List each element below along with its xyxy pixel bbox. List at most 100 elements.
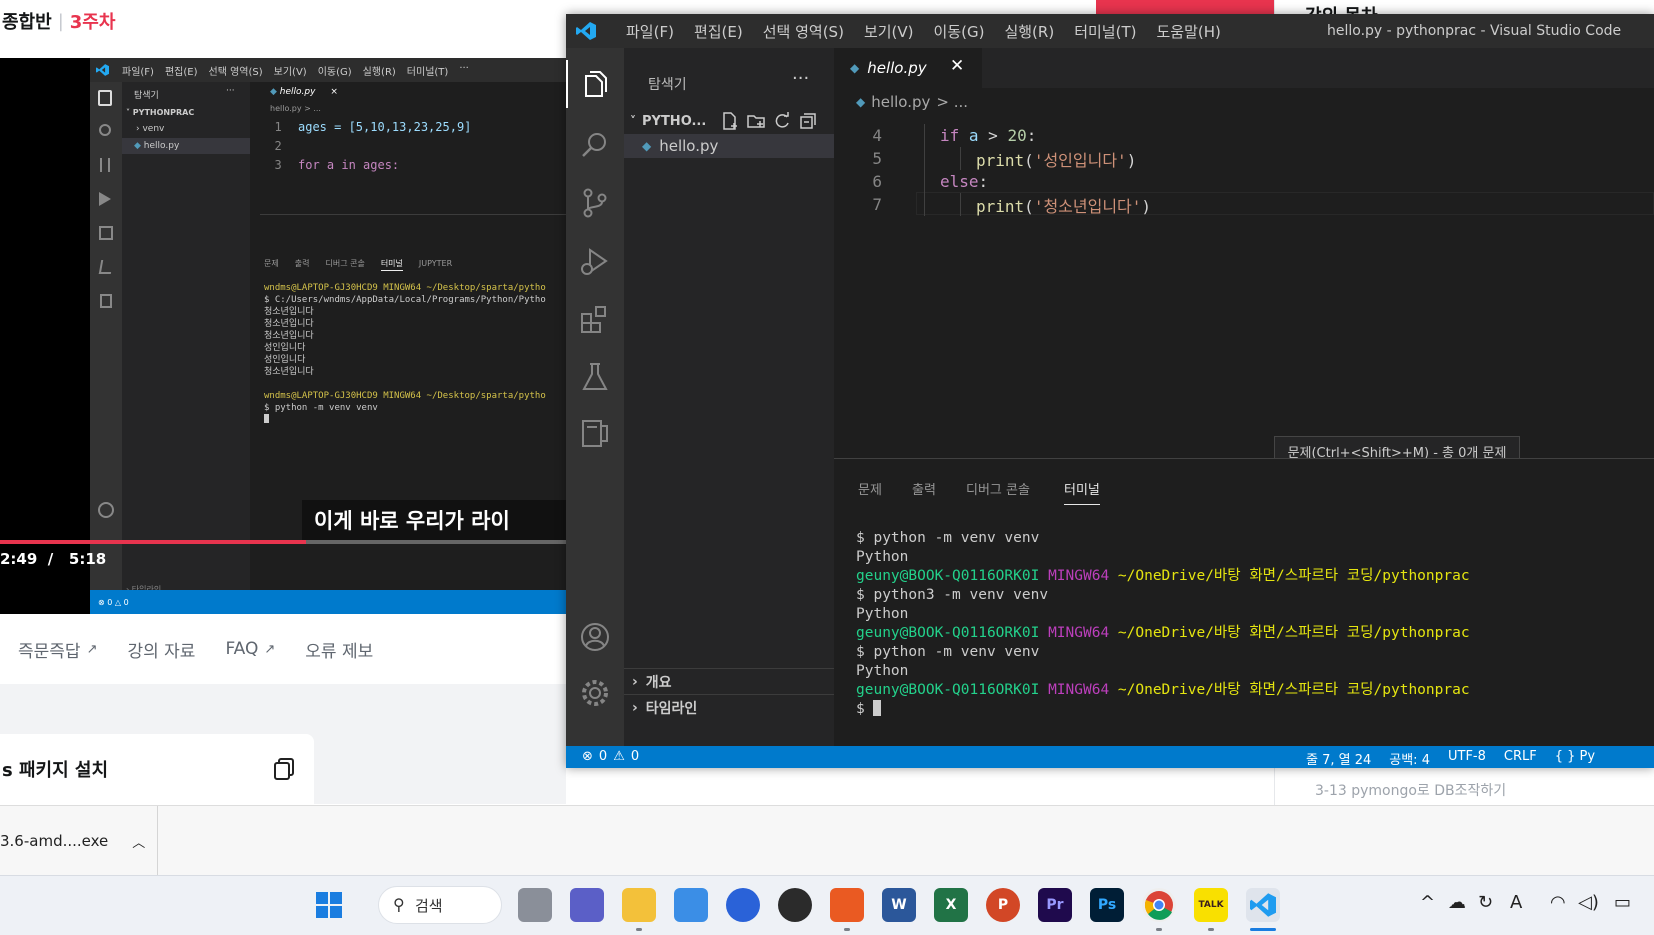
mini-menu-item: 터미널(T) bbox=[406, 66, 449, 78]
lecture-tab[interactable]: 강의 자료 bbox=[127, 637, 195, 662]
package-install-card[interactable]: s 패키지 설치 bbox=[0, 734, 314, 804]
run-debug-icon[interactable] bbox=[578, 244, 612, 278]
download-item[interactable]: 3.6-amd....exe ︿ bbox=[0, 806, 158, 876]
gear-icon[interactable] bbox=[578, 676, 612, 710]
collapse-all-icon[interactable] bbox=[798, 111, 818, 131]
outline-item[interactable]: 3-13 pymongo로 DB조작하기 bbox=[1315, 780, 1506, 800]
taskbar-search[interactable]: ⚲ 검색 bbox=[378, 886, 502, 924]
testing-icon bbox=[98, 260, 114, 274]
video-progress-bar[interactable] bbox=[0, 540, 566, 544]
mini-item-venv: › venv bbox=[136, 124, 165, 134]
new-file-icon[interactable] bbox=[720, 111, 740, 131]
breadcrumb-rest[interactable]: > ... bbox=[936, 93, 968, 111]
refresh-icon[interactable] bbox=[772, 111, 792, 131]
file-explorer-icon[interactable] bbox=[622, 888, 656, 922]
browser-app-icon[interactable] bbox=[726, 888, 760, 922]
indentation[interactable]: 공백: 4 bbox=[1389, 749, 1430, 768]
chevron-up-icon[interactable]: ^ bbox=[1420, 892, 1435, 913]
wifi-icon[interactable]: ◠ bbox=[1550, 892, 1566, 913]
end-of-line[interactable]: CRLF bbox=[1504, 749, 1537, 768]
video-player[interactable]: 파일(F) 편집(E) 선택 영역(S) 보기(V) 이동(G) 실행(R) 터미널(T) ·… bbox=[0, 58, 566, 614]
chevron-up-icon[interactable]: ︿ bbox=[132, 832, 145, 851]
menu-item[interactable]: 도움말(H) bbox=[1146, 21, 1230, 42]
vscode-taskbar-icon[interactable] bbox=[1246, 888, 1280, 922]
terminal-line: $ python -m venv venv bbox=[856, 530, 1040, 546]
python-file-icon: ◆ bbox=[856, 95, 866, 109]
copy-icon[interactable] bbox=[272, 757, 296, 781]
panel-tab[interactable]: 터미널 bbox=[1064, 479, 1100, 505]
volume-icon[interactable]: ◁) bbox=[1578, 892, 1599, 913]
code-editor[interactable]: 4 if a > 20: 5 print('성인입니다') 6 else: 7 print('… bbox=[834, 116, 1654, 456]
search-icon: ⚲ bbox=[393, 895, 405, 914]
microsoft-store-icon[interactable] bbox=[674, 888, 708, 922]
section-timeline[interactable]: › 타임라인 bbox=[624, 694, 834, 720]
onedrive-icon[interactable]: ☁ bbox=[1448, 892, 1466, 913]
breadcrumb-file[interactable]: hello.py bbox=[871, 93, 930, 111]
word-icon[interactable]: W bbox=[882, 888, 916, 922]
explorer-icon[interactable] bbox=[578, 68, 612, 102]
ime-icon[interactable]: A bbox=[1510, 892, 1522, 913]
code-line: 6 else: bbox=[834, 170, 1654, 193]
battery-icon[interactable]: ▭ bbox=[1614, 892, 1631, 913]
start-button[interactable] bbox=[312, 888, 346, 922]
problems-status[interactable]: ⊗ 0 ⚠ 0 bbox=[582, 749, 639, 764]
terminal-line: Python bbox=[856, 549, 909, 565]
lecture-tab[interactable]: 즉문즉답 ↗ bbox=[18, 637, 97, 662]
external-link-icon: ↗ bbox=[86, 641, 98, 657]
office-app-icon[interactable] bbox=[830, 888, 864, 922]
task-view-icon[interactable] bbox=[518, 888, 552, 922]
powerpoint-icon[interactable]: P bbox=[986, 888, 1020, 922]
section-outline[interactable]: › 개요 bbox=[624, 668, 834, 694]
menu-item[interactable]: 실행(R) bbox=[994, 21, 1064, 42]
menu-item[interactable]: 이동(G) bbox=[924, 21, 995, 42]
python-file-icon: ◆ bbox=[642, 139, 652, 153]
new-folder-icon[interactable] bbox=[746, 111, 766, 131]
mini-panel-tab: 디버그 콘솔 bbox=[325, 259, 365, 268]
lecture-tab[interactable]: FAQ ↗ bbox=[225, 639, 275, 659]
photoshop-icon[interactable]: Ps bbox=[1090, 888, 1124, 922]
chrome-icon[interactable] bbox=[1142, 888, 1176, 922]
search-icon[interactable] bbox=[578, 128, 612, 162]
explorer-file-hello[interactable]: ◆ hello.py bbox=[624, 134, 834, 158]
lecture-tab[interactable]: 오류 제보 bbox=[305, 637, 373, 662]
more-actions-icon[interactable]: ··· bbox=[792, 68, 809, 89]
remote-explorer-icon[interactable] bbox=[578, 416, 612, 450]
extensions-icon[interactable] bbox=[578, 302, 612, 336]
windows-taskbar: ⚲ 검색 W X P Pr Ps TALK ^ ☁ ↻ A ◠ ◁) ▭ bbox=[0, 875, 1654, 935]
language-mode[interactable]: { } Py bbox=[1555, 749, 1595, 768]
teams-chat-icon[interactable] bbox=[570, 888, 604, 922]
account-icon[interactable] bbox=[578, 620, 612, 654]
vscode-window: 파일(F) 편집(E) 선택 영역(S) 보기(V) 이동(G) 실행(R) 터미널(T) 도… bbox=[566, 14, 1654, 768]
creative-cloud-icon[interactable] bbox=[778, 888, 812, 922]
menu-item[interactable]: 파일(F) bbox=[616, 21, 684, 42]
source-control-icon[interactable] bbox=[578, 186, 612, 220]
tab-hello-py[interactable]: ◆ hello.py ✕ bbox=[834, 48, 982, 88]
mini-menu-item: 파일(F) bbox=[122, 66, 154, 78]
testing-icon[interactable] bbox=[578, 360, 612, 394]
cursor-position[interactable]: 줄 7, 열 24 bbox=[1306, 749, 1371, 768]
menu-item[interactable]: 터미널(T) bbox=[1064, 21, 1146, 42]
explorer-title: 탐색기 bbox=[648, 77, 687, 93]
bottom-panel: 문제 출력 디버그 콘솔 터미널 $ python -m venv venv Pytho… bbox=[834, 458, 1654, 746]
excel-icon[interactable]: X bbox=[934, 888, 968, 922]
sync-icon[interactable]: ↻ bbox=[1478, 892, 1493, 913]
close-icon[interactable]: ✕ bbox=[950, 56, 964, 76]
premiere-icon[interactable]: Pr bbox=[1038, 888, 1072, 922]
kakaotalk-icon[interactable]: TALK bbox=[1194, 888, 1228, 922]
files-icon bbox=[98, 90, 112, 106]
file-name: hello.py bbox=[659, 137, 719, 155]
mini-terminal-line: $ C:/Users/wndms/AppData/Local/Programs/… bbox=[264, 295, 546, 305]
encoding[interactable]: UTF-8 bbox=[1448, 749, 1486, 768]
mini-terminal-lines: wndms@LAPTOP-GJ30HCD9 MINGW64 ~/Desktop/… bbox=[264, 282, 562, 414]
python-file-icon: ◆ bbox=[850, 61, 860, 75]
workspace-folder[interactable]: ˅ PYTHO... bbox=[630, 110, 834, 132]
menu-item[interactable]: 보기(V) bbox=[854, 21, 924, 42]
panel-tab[interactable]: 디버그 콘솔 bbox=[966, 479, 1030, 498]
mini-panel-tab: 터미널 bbox=[380, 258, 403, 271]
panel-tab[interactable]: 출력 bbox=[912, 479, 936, 498]
line-number: 6 bbox=[872, 172, 882, 191]
menu-item[interactable]: 선택 영역(S) bbox=[753, 21, 854, 42]
menu-item[interactable]: 편집(E) bbox=[684, 21, 753, 42]
panel-tab[interactable]: 문제 bbox=[858, 479, 882, 498]
terminal[interactable]: $ python -m venv venv Python geuny@BOOK-Q0… bbox=[856, 529, 1654, 719]
